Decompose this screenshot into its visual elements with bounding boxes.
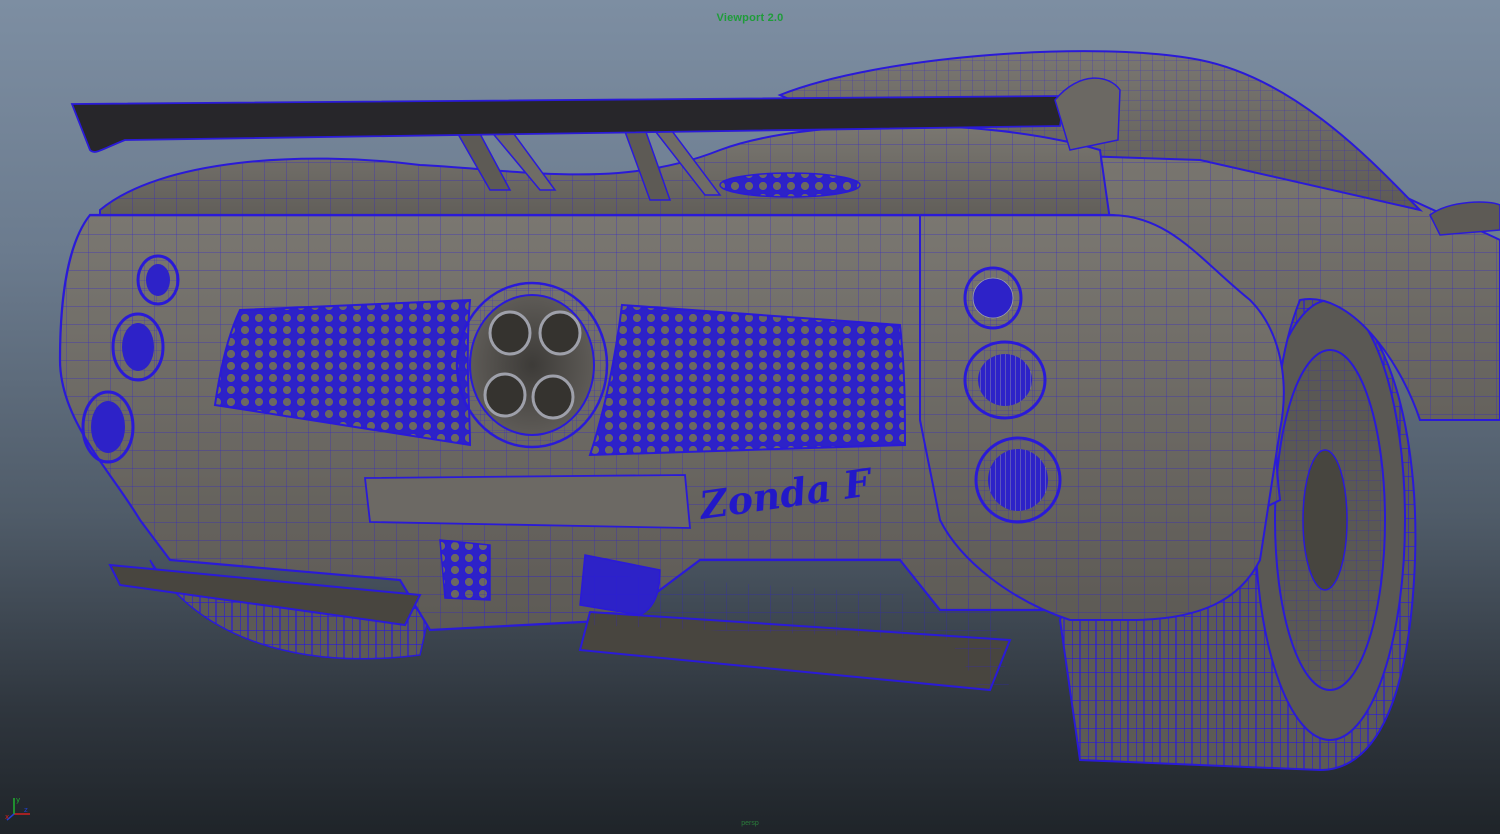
camera-name-label: persp	[741, 820, 759, 827]
right-grille	[588, 303, 907, 457]
license-plate-recess	[363, 474, 691, 529]
quad-exhaust	[455, 281, 609, 449]
car-wireframe-model[interactable]: Zonda F	[0, 0, 1500, 834]
axis-gizmo: x y z	[5, 796, 30, 821]
axis-z-label: z	[24, 806, 28, 814]
axis-y-label: y	[16, 796, 20, 804]
maya-viewport[interactable]: Viewport 2.0 Zonda F x y z persp	[0, 0, 1500, 834]
